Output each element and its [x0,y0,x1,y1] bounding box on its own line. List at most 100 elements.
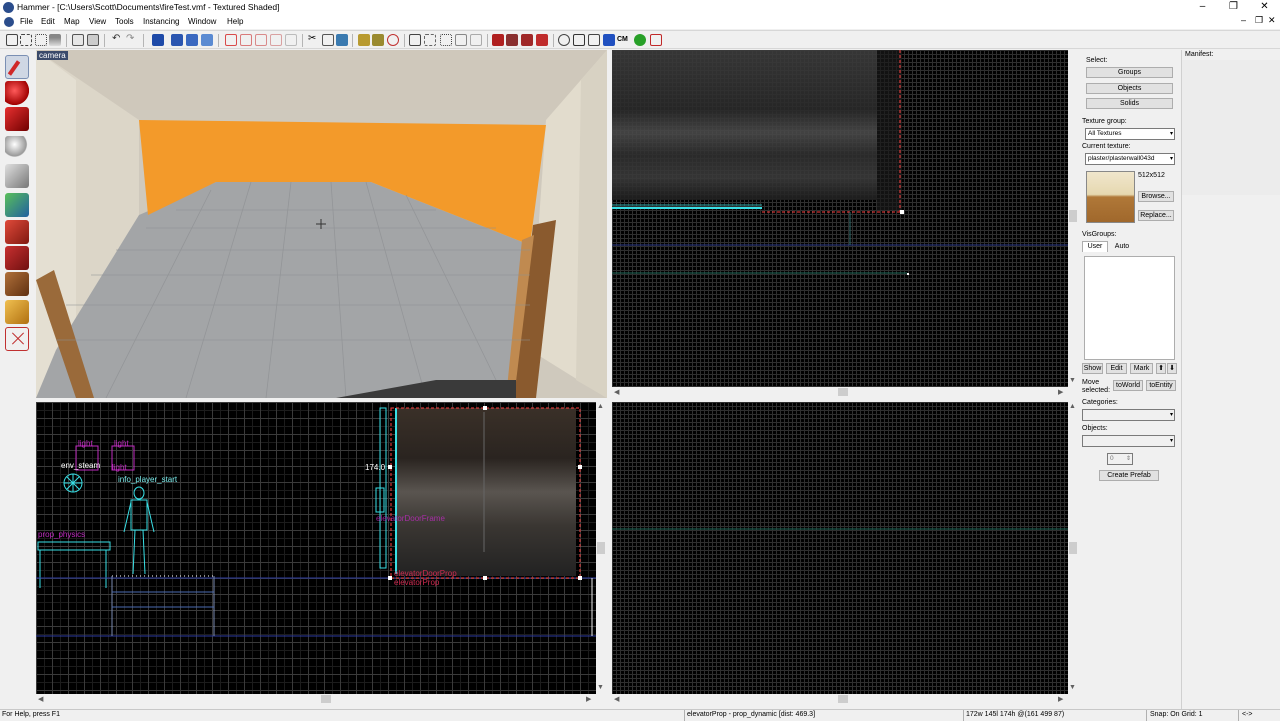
mdi-restore-button[interactable]: ❐ [1255,15,1263,26]
select-all-icon[interactable] [152,34,164,46]
bottom-left-vscroll[interactable]: ▲ ▼ [596,402,606,694]
compile-icon[interactable] [650,34,662,46]
manifest-list[interactable] [1182,60,1280,195]
align-center-icon[interactable] [470,34,482,46]
grid-3d-icon[interactable] [20,34,32,46]
groups-button[interactable]: Groups [1086,67,1173,78]
visgroup-edit-button[interactable]: Edit [1106,363,1127,374]
mdi-minimize-button[interactable]: – [1241,15,1246,25]
create-prefab-button[interactable]: Create Prefab [1099,470,1159,481]
block-tool[interactable] [5,164,29,188]
texture-group-select[interactable]: All Textures ▾ [1085,128,1175,140]
menu-map[interactable]: Map [64,17,80,26]
align-right-icon[interactable] [424,34,436,46]
hide-objects-icon[interactable] [225,34,237,46]
selection-tool[interactable] [5,55,29,79]
clipping-tool[interactable] [5,300,29,324]
visgroups-list[interactable] [1084,256,1175,360]
menu-help[interactable]: Help [227,17,243,26]
current-texture-select[interactable]: plaster/plasterwall043d ▾ [1085,153,1175,165]
menu-file[interactable]: File [20,17,33,26]
hide-unselected-icon[interactable] [255,34,267,46]
texture-align-icon[interactable] [201,34,213,46]
flip-vertical-icon[interactable] [372,34,384,46]
objects-select[interactable]: ▾ [1082,435,1175,447]
camera-viewport[interactable]: camera [36,50,607,398]
check-problems-icon[interactable] [506,34,518,46]
visgroup-mark-button[interactable]: Mark [1130,363,1153,374]
dot-grid-icon[interactable] [35,34,47,46]
texture-scale-lock-icon[interactable] [186,34,198,46]
bottom-right-2d-viewport[interactable] [612,402,1068,694]
redo-icon[interactable]: ↷ [126,34,138,46]
bottom-left-hscroll[interactable]: ◀ ▶ [36,694,596,704]
prefab-spinner[interactable]: 0 ⇕ [1107,453,1133,465]
group-icon[interactable] [87,34,99,46]
magnify-tool[interactable] [5,81,29,105]
categories-label: Categories: [1082,399,1118,406]
objects-button[interactable]: Objects [1086,83,1173,94]
move-down-icon[interactable]: ⬇ [1167,363,1177,374]
entity-report-icon[interactable] [492,34,504,46]
top-right-vscroll[interactable]: ▼ [1068,50,1078,387]
visgroups-label: VisGroups: [1082,231,1117,238]
texture-lock-icon[interactable] [171,34,183,46]
visgroups-auto-tab[interactable]: Auto [1109,242,1135,252]
bottom-left-2d-viewport[interactable]: light light light env_steam info_player_… [36,402,596,694]
align-bottom-icon[interactable] [455,34,467,46]
browse-button[interactable]: Browse... [1138,191,1174,202]
texture-application-tool[interactable] [5,193,29,217]
minimize-button[interactable]: – [1187,0,1218,15]
copy-icon[interactable] [322,34,334,46]
flip-horizontal-icon[interactable] [358,34,370,46]
bottom-right-hscroll[interactable]: ◀ ▶ [612,694,1068,704]
to-entity-button[interactable]: toEntity [1146,380,1176,391]
paste-icon[interactable] [336,34,348,46]
show-objects-icon[interactable] [240,34,252,46]
align-top-icon[interactable] [440,34,452,46]
grid-layout-icon[interactable] [588,34,600,46]
visgroups-user-tab[interactable]: User [1082,241,1108,252]
menu-instancing[interactable]: Instancing [143,17,179,26]
document-icon[interactable] [4,17,14,27]
target-icon[interactable] [387,34,399,46]
visgroup-show-button[interactable]: Show [1082,363,1103,374]
overlay-tool[interactable] [5,272,29,296]
top-right-2d-viewport[interactable] [612,50,1068,387]
grid-toggle-icon[interactable] [6,34,18,46]
entity-tool[interactable] [5,136,29,160]
bottom-right-vscroll[interactable]: ▲ ▼ [1068,402,1078,694]
menu-window[interactable]: Window [188,17,216,26]
smaller-grid-icon[interactable] [49,34,61,46]
menu-view[interactable]: View [89,17,106,26]
isolate-icon[interactable] [285,34,297,46]
run-map-icon[interactable] [634,34,646,46]
vertex-tool[interactable] [5,327,29,351]
decal-tool[interactable] [5,246,29,270]
to-world-button[interactable]: toWorld [1113,380,1143,391]
gear-icon[interactable] [558,34,570,46]
carve-icon[interactable] [72,34,84,46]
categories-select[interactable]: ▾ [1082,409,1175,421]
cm-button[interactable]: CM [617,34,629,46]
cut-icon[interactable]: ✂ [308,34,320,46]
camera-viewport-label[interactable]: camera [37,51,68,60]
restore-button[interactable]: ❐ [1218,0,1249,15]
align-left-icon[interactable] [409,34,421,46]
camera-tool[interactable] [5,107,29,131]
top-right-hscroll[interactable]: ◀ ▶ [612,387,1068,397]
show-connections-icon[interactable] [536,34,548,46]
map-properties-icon[interactable] [521,34,533,46]
apply-texture-tool[interactable] [5,220,29,244]
cordon-icon[interactable] [603,34,615,46]
options-icon[interactable] [573,34,585,46]
menu-edit[interactable]: Edit [41,17,55,26]
menu-tools[interactable]: Tools [115,17,134,26]
move-up-icon[interactable]: ⬆ [1156,363,1166,374]
replace-button[interactable]: Replace... [1138,210,1174,221]
solids-button[interactable]: Solids [1086,98,1173,109]
undo-icon[interactable]: ↶ [112,34,124,46]
show-all-icon[interactable] [270,34,282,46]
mdi-close-button[interactable]: ✕ [1268,15,1276,26]
close-button[interactable]: ✕ [1249,0,1280,15]
